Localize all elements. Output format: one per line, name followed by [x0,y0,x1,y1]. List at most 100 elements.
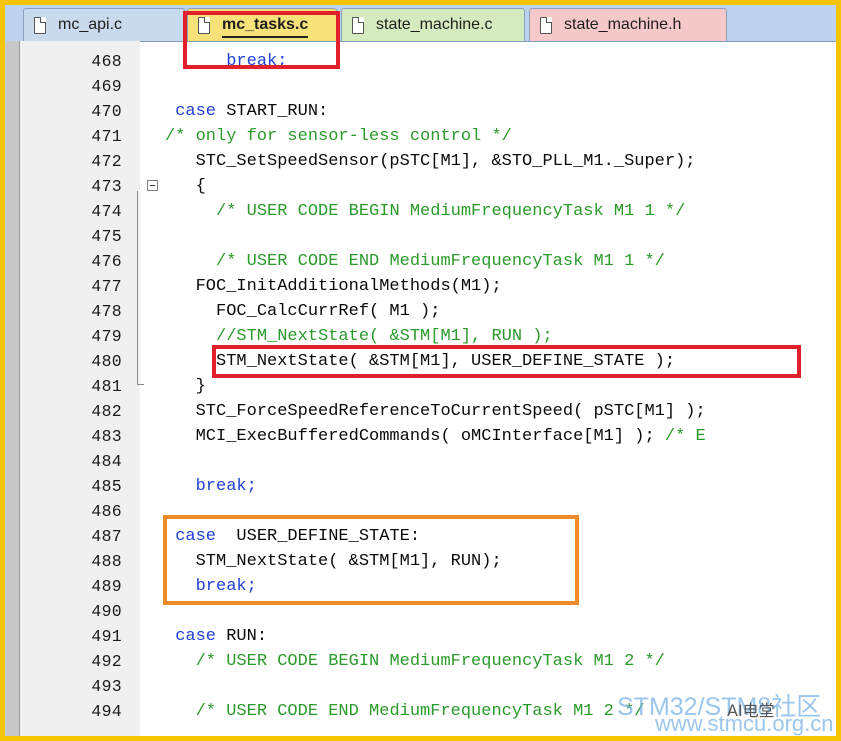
comment-token: /* USER CODE END MediumFrequencyTask M1 … [195,702,645,721]
line-number: 469 [91,77,122,96]
code-token: STC_SetSpeedSensor(pSTC[M1], &STO_PLL_M1… [165,152,696,171]
code-text: STC_ForceSpeedReferenceToCurrentSpeed( p… [165,399,706,424]
tab-label: state_machine.c [376,16,493,33]
keyword-token: break; [226,52,288,71]
comment-token: /* USER CODE END MediumFrequencyTask M1 … [216,252,665,271]
code-line[interactable]: 474 /* USER CODE BEGIN MediumFrequencyTa… [20,199,836,224]
code-text: //STM_NextState( &STM[M1], RUN ); [165,324,553,349]
comment-token: //STM_NextState( &STM[M1], RUN ); [216,327,553,346]
file-icon [198,16,210,34]
tab-label: mc_tasks.c [222,16,309,38]
code-line[interactable]: 481 } [20,374,836,399]
line-number: 491 [91,627,122,646]
tab-mc-tasks-c[interactable]: mc_tasks.c [187,8,337,41]
comment-token: /* E [664,427,706,446]
code-line[interactable]: 488 STM_NextState( &STM[M1], RUN); [20,549,836,574]
code-token: STC_ForceSpeedReferenceToCurrentSpeed( p… [165,402,706,421]
tab-mc-api-c[interactable]: mc_api.c [23,8,185,41]
code-line[interactable]: 475 [20,224,836,249]
code-text: case START_RUN: [165,99,328,124]
code-line[interactable]: 482 STC_ForceSpeedReferenceToCurrentSpee… [20,399,836,424]
code-text: STM_NextState( &STM[M1], RUN); [165,549,502,574]
code-line[interactable]: 473 { [20,174,836,199]
code-text: /* only for sensor-less control */ [165,124,512,149]
code-line[interactable]: 483 MCI_ExecBufferedCommands( oMCInterfa… [20,424,836,449]
file-tab-bar: mc_api.c mc_tasks.c state_machine.c state_m… [5,5,836,42]
line-number: 490 [91,602,122,621]
code-line[interactable]: 489 break; [20,574,836,599]
code-token: FOC_InitAdditionalMethods(M1); [165,277,502,296]
code-token: USER_DEFINE_STATE: [216,527,421,546]
code-line[interactable]: 472 STC_SetSpeedSensor(pSTC[M1], &STO_PL… [20,149,836,174]
code-line[interactable]: 476 /* USER CODE END MediumFrequencyTask… [20,249,836,274]
line-number: 494 [91,702,122,721]
line-number: 471 [91,127,122,146]
code-line[interactable]: 468 break; [20,49,836,74]
keyword-token: case [175,102,217,121]
comment-token: /* USER CODE BEGIN MediumFrequencyTask M… [216,202,686,221]
keyword-token: case [175,527,217,546]
tab-label: mc_api.c [58,16,123,33]
code-text: /* USER CODE END MediumFrequencyTask M1 … [165,699,645,724]
code-text: case USER_DEFINE_STATE: [165,524,420,549]
code-line[interactable]: 485 break; [20,474,836,499]
code-line[interactable]: 470 case START_RUN: [20,99,836,124]
line-number: 481 [91,377,122,396]
line-number: 488 [91,552,122,571]
code-line[interactable]: 478 FOC_CalcCurrRef( M1 ); [20,299,836,324]
code-text: FOC_CalcCurrRef( M1 ); [165,299,440,324]
line-number: 468 [91,52,122,71]
tab-state-machine-c[interactable]: state_machine.c [341,8,525,41]
code-line[interactable]: 486 [20,499,836,524]
keyword-token: break; [195,477,257,496]
code-token: RUN: [216,627,268,646]
code-text: MCI_ExecBufferedCommands( oMCInterface[M… [165,424,706,449]
line-number: 484 [91,452,122,471]
collapse-block-icon[interactable] [147,180,158,191]
code-text: break; [165,49,287,74]
code-text: /* USER CODE BEGIN MediumFrequencyTask M… [165,649,665,674]
code-text: { [165,174,206,199]
line-number: 470 [91,102,122,121]
comment-token: /* USER CODE BEGIN MediumFrequencyTask M… [195,652,665,671]
code-text: break; [165,574,257,599]
file-icon [352,16,364,34]
line-number: 480 [91,352,122,371]
code-token: START_RUN: [216,102,329,121]
code-text: FOC_InitAdditionalMethods(M1); [165,274,502,299]
code-line[interactable]: 491 case RUN: [20,624,836,649]
code-token: { [165,177,206,196]
comment-token: /* only for sensor-less control */ [165,127,512,146]
code-token: } [165,377,206,396]
code-line[interactable]: 480 STM_NextState( &STM[M1], USER_DEFINE… [20,349,836,374]
line-number: 472 [91,152,122,171]
code-line[interactable]: 490 [20,599,836,624]
tab-state-machine-h[interactable]: state_machine.h [529,8,727,41]
code-line[interactable]: 492 /* USER CODE BEGIN MediumFrequencyTa… [20,649,836,674]
line-number: 482 [91,402,122,421]
code-line[interactable]: 477 FOC_InitAdditionalMethods(M1); [20,274,836,299]
code-line[interactable]: 469 [20,74,836,99]
editor-left-margin [5,41,20,736]
code-line[interactable]: 484 [20,449,836,474]
code-text: break; [165,474,257,499]
line-number: 487 [91,527,122,546]
code-line[interactable]: 487 case USER_DEFINE_STATE: [20,524,836,549]
code-line[interactable]: 471 /* only for sensor-less control */ [20,124,836,149]
file-icon [34,16,46,34]
code-line[interactable]: 479 //STM_NextState( &STM[M1], RUN ); [20,324,836,349]
code-token: FOC_CalcCurrRef( M1 ); [165,302,441,321]
code-text: /* USER CODE BEGIN MediumFrequencyTask M… [165,199,685,224]
code-text: } [165,374,206,399]
line-number: 474 [91,202,122,221]
